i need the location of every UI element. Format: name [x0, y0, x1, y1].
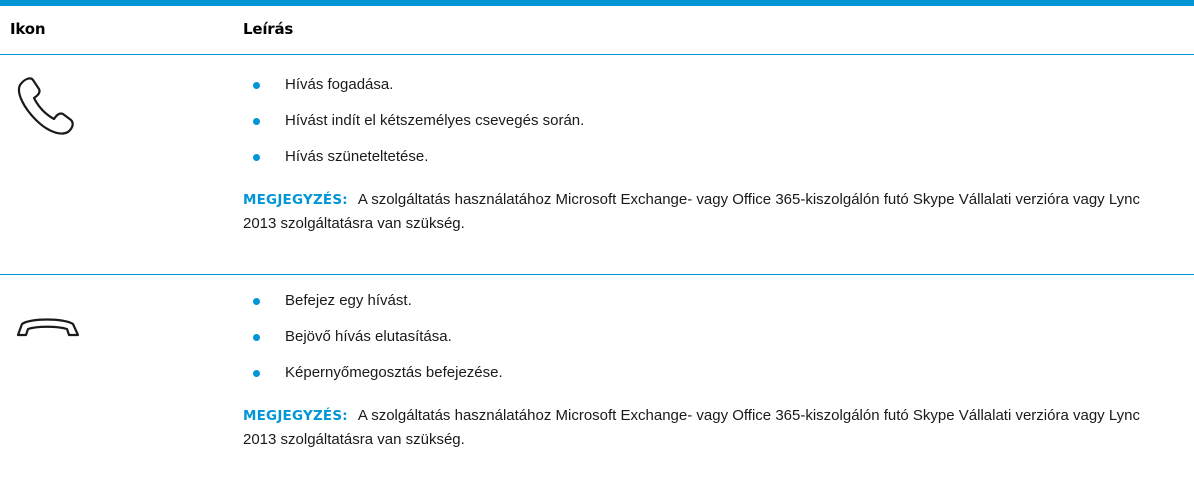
bullet-text: Befejez egy hívást. [285, 292, 412, 309]
phone-answer-icon [14, 74, 78, 141]
bullet-list: Hívás fogadása. Hívást indít el kétszemé… [243, 55, 1174, 175]
bullet-dot [253, 370, 260, 377]
header-description-column: Leírás [243, 20, 294, 38]
note-text: A szolgáltatás használatához Microsoft E… [243, 407, 1140, 448]
description-cell: Hívás fogadása. Hívást indít el kétszemé… [243, 55, 1174, 236]
table-row: Hívás fogadása. Hívást indít el kétszemé… [0, 55, 1194, 275]
header-icon-column: Ikon [10, 20, 46, 38]
note: MEGJEGYZÉS: A szolgáltatás használatához … [243, 404, 1174, 452]
phone-hangup-icon [14, 315, 82, 346]
list-item: Képernyőmegosztás befejezése. [243, 355, 1174, 391]
list-item: Hívás fogadása. [243, 67, 1174, 103]
bullet-dot [253, 82, 260, 89]
note: MEGJEGYZÉS: A szolgáltatás használatához … [243, 188, 1174, 236]
bullet-text: Hívást indít el kétszemélyes csevegés so… [285, 112, 585, 129]
description-cell: Befejez egy hívást. Bejövő hívás elutasí… [243, 275, 1174, 452]
bullet-text: Képernyőmegosztás befejezése. [285, 364, 503, 381]
table-header-row: Ikon Leírás [0, 6, 1194, 55]
bullet-text: Hívás fogadása. [285, 76, 394, 93]
note-label: MEGJEGYZÉS: [243, 408, 348, 424]
note-text: A szolgáltatás használatához Microsoft E… [243, 191, 1140, 232]
list-item: Befejez egy hívást. [243, 283, 1174, 319]
bullet-dot [253, 298, 260, 305]
list-item: Hívást indít el kétszemélyes csevegés so… [243, 103, 1174, 139]
bullet-dot [253, 118, 260, 125]
table-row: Befejez egy hívást. Bejövő hívás elutasí… [0, 275, 1194, 489]
bullet-dot [253, 154, 260, 161]
bullet-text: Bejövő hívás elutasítása. [285, 328, 452, 345]
list-item: Hívás szüneteltetése. [243, 139, 1174, 175]
icon-description-table: Ikon Leírás Hívás fogadása. Hívást indít… [0, 0, 1194, 489]
bullet-text: Hívás szüneteltetése. [285, 148, 429, 165]
bullet-list: Befejez egy hívást. Bejövő hívás elutasí… [243, 275, 1174, 391]
list-item: Bejövő hívás elutasítása. [243, 319, 1174, 355]
note-label: MEGJEGYZÉS: [243, 192, 348, 208]
bullet-dot [253, 334, 260, 341]
